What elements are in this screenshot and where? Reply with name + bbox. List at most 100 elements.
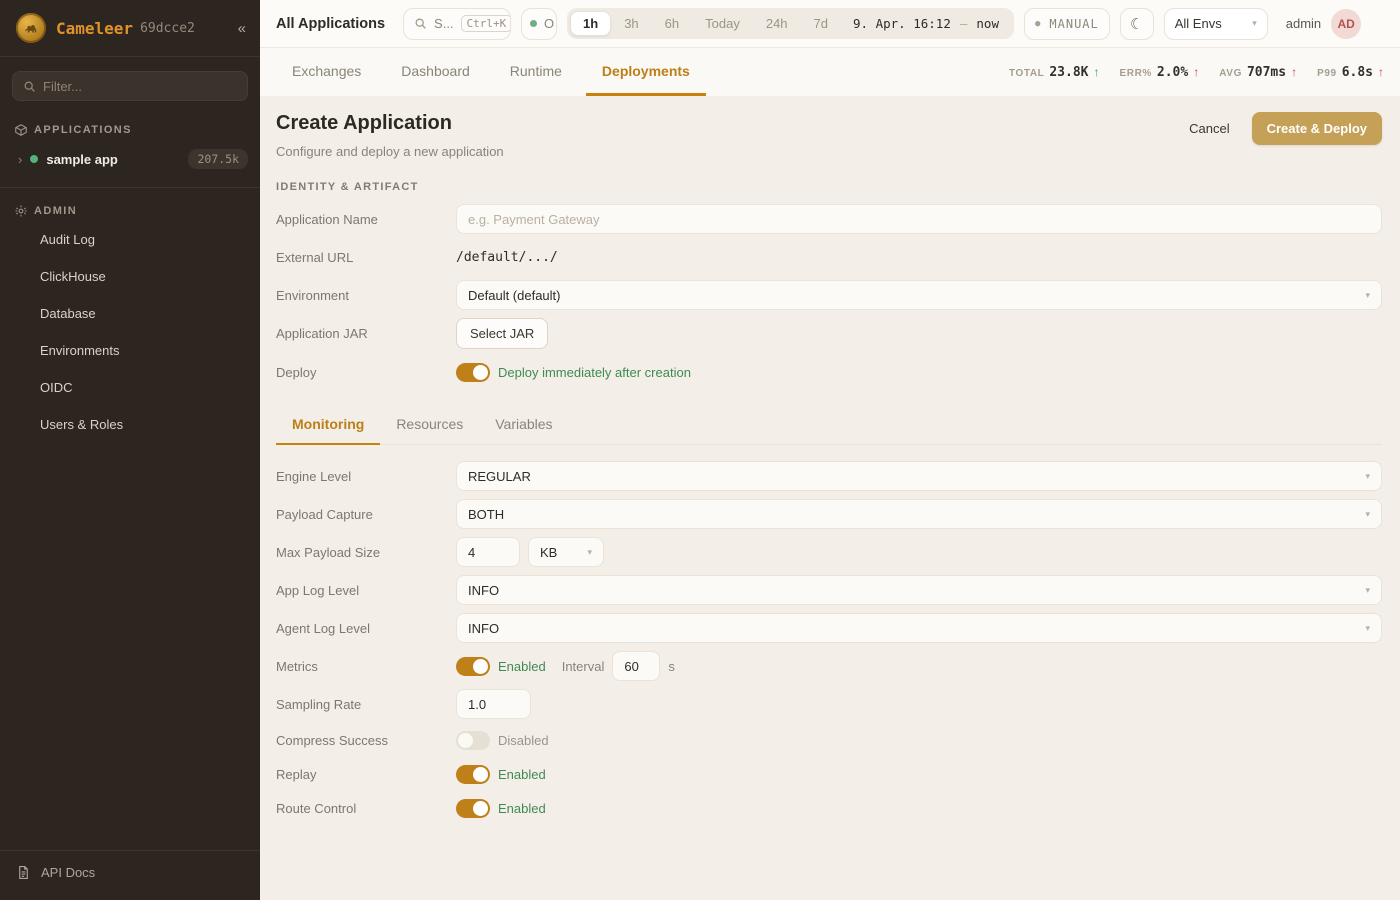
global-search-button[interactable]: S... Ctrl+K <box>403 8 511 40</box>
sampling-rate-row: Sampling Rate <box>276 689 1382 719</box>
compress-success-label: Compress Success <box>276 733 456 748</box>
environment-select-value: All Envs <box>1175 16 1222 31</box>
chevron-down-icon: ▾ <box>1365 509 1370 520</box>
environment-select[interactable]: All Envs ▾ <box>1164 8 1268 40</box>
build-version: 69dcce2 <box>140 21 195 36</box>
tab-monitoring[interactable]: Monitoring <box>276 407 380 445</box>
metrics-state: Enabled <box>498 659 546 674</box>
refresh-mode-button[interactable]: ● MANUAL <box>1024 8 1110 40</box>
sampling-rate-label: Sampling Rate <box>276 697 456 712</box>
stat-err-label: ERR% <box>1120 68 1152 79</box>
engine-level-row: Engine Level REGULAR ▾ <box>276 461 1382 491</box>
time-range-7d[interactable]: 7d <box>801 11 841 36</box>
api-docs-link[interactable]: API Docs <box>0 850 260 900</box>
compress-success-row: Compress Success Disabled <box>276 727 1382 753</box>
nav-tabs: Exchanges Dashboard Runtime Deployments <box>276 48 706 96</box>
nav-tab-bar: Exchanges Dashboard Runtime Deployments … <box>260 48 1400 96</box>
agent-log-level-row: Agent Log Level INFO ▾ <box>276 613 1382 643</box>
chevron-right-icon[interactable]: › <box>18 152 22 167</box>
cancel-button[interactable]: Cancel <box>1179 113 1239 144</box>
cameleer-logo-icon <box>16 13 46 43</box>
route-control-label: Route Control <box>276 801 456 816</box>
metrics-toggle[interactable] <box>456 657 490 676</box>
trend-up-icon: ↑ <box>1094 65 1100 79</box>
time-range-6h[interactable]: 6h <box>652 11 692 36</box>
range-end: now <box>976 16 999 31</box>
api-docs-label: API Docs <box>41 865 95 880</box>
app-log-level-dropdown[interactable]: INFO ▾ <box>456 575 1382 605</box>
compress-success-toggle[interactable] <box>456 731 490 750</box>
tab-exchanges[interactable]: Exchanges <box>276 48 377 96</box>
deploy-label: Deploy <box>276 365 456 380</box>
max-payload-size-input[interactable] <box>456 537 520 567</box>
sidebar-item-users-roles[interactable]: Users & Roles <box>0 409 260 440</box>
max-payload-size-row: Max Payload Size KB ▾ <box>276 537 1382 567</box>
application-jar-label: Application JAR <box>276 326 456 341</box>
agent-log-level-label: Agent Log Level <box>276 621 456 636</box>
online-status-dot <box>530 20 537 27</box>
stat-err: ERR% 2.0% ↑ <box>1120 65 1200 80</box>
filter-placeholder: Filter... <box>43 79 82 94</box>
sidebar-item-environments[interactable]: Environments <box>0 335 260 366</box>
deploy-row: Deploy Deploy immediately after creation <box>276 357 1382 387</box>
applications-section-label: APPLICATIONS <box>34 124 132 136</box>
online-status-button[interactable]: O <box>521 8 557 40</box>
interval-input[interactable] <box>612 651 660 681</box>
metrics-label: Metrics <box>276 659 456 674</box>
sidebar-item-database[interactable]: Database <box>0 298 260 329</box>
payload-capture-value: BOTH <box>468 507 504 522</box>
app-name[interactable]: sample app <box>46 152 118 167</box>
username-label: admin <box>1286 16 1321 31</box>
interval-unit: s <box>668 659 675 674</box>
stats-bar: TOTAL 23.8K ↑ ERR% 2.0% ↑ AVG 707ms ↑ P9… <box>1009 48 1384 96</box>
environment-row: Environment Default (default) ▾ <box>276 280 1382 310</box>
deploy-toggle-text: Deploy immediately after creation <box>498 365 691 380</box>
payload-unit-dropdown[interactable]: KB ▾ <box>528 537 604 567</box>
application-name-input[interactable] <box>456 204 1382 234</box>
time-range-24h[interactable]: 24h <box>753 11 801 36</box>
sidebar-item-oidc[interactable]: OIDC <box>0 372 260 403</box>
admin-nav: Audit Log ClickHouse Database Environmen… <box>0 224 260 446</box>
tab-variables[interactable]: Variables <box>479 407 568 445</box>
replay-toggle[interactable] <box>456 765 490 784</box>
stat-total: TOTAL 23.8K ↑ <box>1009 65 1100 80</box>
tab-runtime[interactable]: Runtime <box>494 48 578 96</box>
dark-mode-toggle[interactable]: ☾ <box>1120 8 1154 40</box>
create-deploy-button[interactable]: Create & Deploy <box>1252 112 1382 145</box>
sampling-rate-input[interactable] <box>456 689 531 719</box>
time-range-display[interactable]: 9. Apr. 16:12 – now <box>841 16 1011 31</box>
route-control-toggle[interactable] <box>456 799 490 818</box>
page-header: Create Application Configure and deploy … <box>276 112 1382 159</box>
select-jar-button[interactable]: Select JAR <box>456 318 548 349</box>
avatar[interactable]: AD <box>1331 9 1361 39</box>
sidebar-item-sample-app[interactable]: › sample app 207.5k <box>0 143 260 175</box>
replay-state: Enabled <box>498 767 546 782</box>
trend-up-icon: ↑ <box>1378 65 1384 79</box>
sidebar-collapse-icon[interactable]: « <box>238 20 246 37</box>
page-subtitle: Configure and deploy a new application <box>276 144 504 159</box>
environment-dropdown[interactable]: Default (default) ▾ <box>456 280 1382 310</box>
deploy-toggle[interactable] <box>456 363 490 382</box>
app-log-level-value: INFO <box>468 583 499 598</box>
tab-dashboard[interactable]: Dashboard <box>385 48 486 96</box>
engine-level-dropdown[interactable]: REGULAR ▾ <box>456 461 1382 491</box>
search-icon <box>23 80 36 93</box>
time-range-1h[interactable]: 1h <box>570 11 611 36</box>
time-range-3h[interactable]: 3h <box>611 11 651 36</box>
payload-capture-row: Payload Capture BOTH ▾ <box>276 499 1382 529</box>
topbar: All Applications S... Ctrl+K O 1h 3h 6h … <box>260 0 1400 48</box>
tab-deployments[interactable]: Deployments <box>586 48 706 96</box>
sidebar-item-clickhouse[interactable]: ClickHouse <box>0 261 260 292</box>
agent-log-level-dropdown[interactable]: INFO ▾ <box>456 613 1382 643</box>
filter-input[interactable]: Filter... <box>12 71 248 101</box>
tab-resources[interactable]: Resources <box>380 407 479 445</box>
time-range-today[interactable]: Today <box>692 11 753 36</box>
application-name-label: Application Name <box>276 212 456 227</box>
environment-label: Environment <box>276 288 456 303</box>
sidebar-item-audit-log[interactable]: Audit Log <box>0 224 260 255</box>
app-log-level-row: App Log Level INFO ▾ <box>276 575 1382 605</box>
admin-section-header: ADMIN <box>0 188 260 224</box>
max-payload-size-label: Max Payload Size <box>276 545 456 560</box>
main-area: All Applications S... Ctrl+K O 1h 3h 6h … <box>260 0 1400 900</box>
payload-capture-dropdown[interactable]: BOTH ▾ <box>456 499 1382 529</box>
